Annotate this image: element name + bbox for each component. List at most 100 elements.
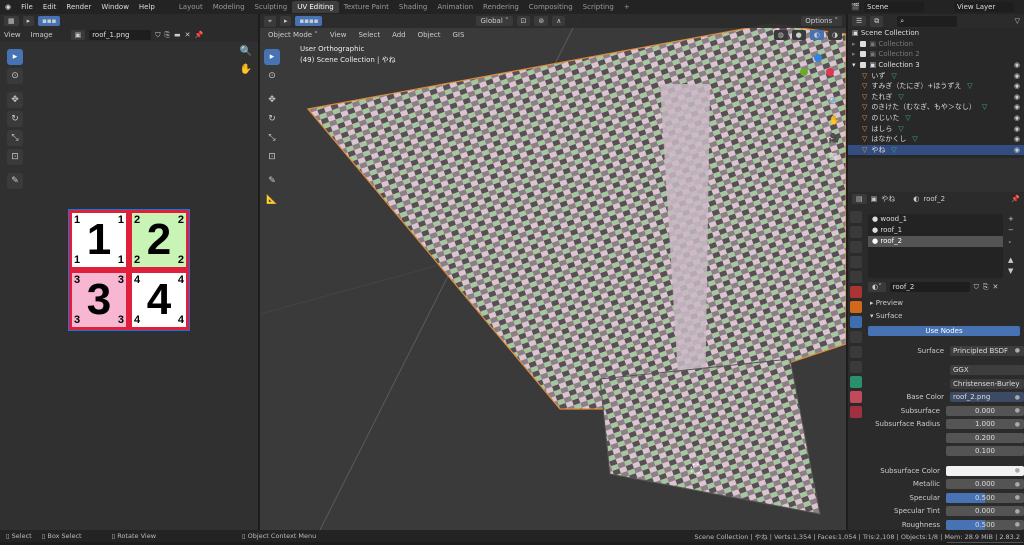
- material-slot-active[interactable]: ● roof_2: [868, 236, 1003, 247]
- tab-uv-editing[interactable]: UV Editing: [292, 1, 339, 13]
- render-tab-icon[interactable]: [850, 226, 862, 238]
- editor-type-button[interactable]: ▦: [4, 16, 19, 26]
- shading-solid-icon[interactable]: ●: [792, 30, 806, 40]
- property-value[interactable]: 0.000: [946, 406, 1024, 416]
- scene-selector[interactable]: Scene: [864, 2, 924, 12]
- pin-icon[interactable]: 📌: [195, 31, 204, 39]
- tab-rendering[interactable]: Rendering: [478, 1, 524, 13]
- context-object[interactable]: やね: [881, 194, 895, 204]
- blender-logo-icon[interactable]: ◉: [0, 3, 16, 11]
- scale-tool-icon[interactable]: ⤡: [264, 130, 280, 146]
- outliner-search-input[interactable]: ⌕: [897, 16, 957, 27]
- pan-hand-icon[interactable]: ✋: [829, 112, 840, 130]
- property-value[interactable]: Christensen-Burley: [950, 379, 1024, 389]
- select-tool-button[interactable]: ▸: [280, 16, 292, 26]
- property-value[interactable]: [946, 466, 1024, 476]
- tab-layout[interactable]: Layout: [174, 1, 208, 13]
- property-value[interactable]: 0.000: [946, 506, 1024, 516]
- tab-compositing[interactable]: Compositing: [524, 1, 578, 13]
- open-image-icon[interactable]: ▬: [174, 31, 181, 39]
- add-workspace-button[interactable]: +: [619, 1, 635, 13]
- property-value[interactable]: 0.200: [946, 433, 1024, 443]
- property-value[interactable]: 0.100: [946, 446, 1024, 456]
- particles-tab-icon[interactable]: [850, 331, 862, 343]
- property-value[interactable]: 0.000: [946, 479, 1024, 489]
- move-down-button[interactable]: ▼: [1008, 266, 1014, 277]
- rotate-tool-icon[interactable]: ↻: [264, 111, 280, 127]
- annotate-tool-icon[interactable]: ✎: [7, 173, 23, 189]
- socket-icon[interactable]: ●: [1015, 467, 1020, 474]
- socket-icon[interactable]: ●: [1015, 494, 1020, 501]
- outliner-object[interactable]: ▽たれぎ▽◉: [848, 92, 1024, 103]
- zoom-icon[interactable]: 🔍: [240, 46, 252, 57]
- move-tool-icon[interactable]: ✥: [264, 92, 280, 108]
- transform-tool-icon[interactable]: ⊡: [7, 149, 23, 165]
- remove-slot-button[interactable]: −: [1008, 225, 1014, 236]
- constraints-tab-icon[interactable]: [850, 361, 862, 373]
- menu-view[interactable]: View: [4, 31, 21, 39]
- filter-icon[interactable]: ▽: [1015, 17, 1020, 25]
- view-layer-selector[interactable]: View Layer: [954, 2, 1014, 12]
- output-tab-icon[interactable]: [850, 241, 862, 253]
- select-tool-icon[interactable]: ▸: [7, 49, 23, 65]
- cursor-tool-icon[interactable]: ⊙: [7, 68, 23, 84]
- slot-specials-button[interactable]: ˅: [1008, 240, 1014, 251]
- property-value[interactable]: Principled BSDF: [950, 346, 1024, 356]
- menu-object[interactable]: Object: [414, 30, 445, 40]
- shading-wireframe-icon[interactable]: ◍: [774, 30, 788, 40]
- move-tool-icon[interactable]: ✥: [7, 92, 23, 108]
- cursor-tool-icon[interactable]: ⊙: [264, 68, 280, 84]
- socket-icon[interactable]: ●: [1015, 508, 1020, 515]
- rotate-tool-icon[interactable]: ↻: [7, 111, 23, 127]
- tab-sculpting[interactable]: Sculpting: [250, 1, 293, 13]
- use-nodes-button[interactable]: Use Nodes: [868, 326, 1020, 336]
- data-tab-icon[interactable]: [850, 376, 862, 388]
- menu-render[interactable]: Render: [61, 3, 96, 11]
- modifier-tab-icon[interactable]: [850, 316, 862, 328]
- property-value[interactable]: 0.500: [946, 493, 1024, 503]
- select-tool-button[interactable]: ▸: [23, 16, 35, 26]
- options-dropdown[interactable]: Options ˅: [801, 16, 842, 26]
- proportional-edit-icon[interactable]: ∧: [552, 16, 565, 26]
- editor-type-button[interactable]: ⌖: [264, 16, 276, 27]
- image-browse-icon[interactable]: ▣: [71, 30, 86, 40]
- world-tab-icon[interactable]: [850, 286, 862, 298]
- fake-user-icon[interactable]: ⛉: [155, 31, 160, 40]
- uv-image-editor[interactable]: ▦ ▸ ▪▪▪ View Image ▣ roof_1.png ⛉ ⎘ ▬ ✕ …: [0, 14, 258, 530]
- texture-tab-icon[interactable]: [850, 406, 862, 418]
- navigation-gizmo[interactable]: [800, 54, 836, 90]
- outliner-scene-collection[interactable]: ▣ Scene Collection: [848, 28, 1024, 39]
- menu-select[interactable]: Select: [354, 30, 384, 40]
- grid-icon[interactable]: ▦: [829, 148, 840, 166]
- material-slot[interactable]: ● roof_1: [868, 225, 1003, 236]
- property-value[interactable]: 0.500: [946, 520, 1024, 530]
- fake-user-icon[interactable]: ⛉: [974, 283, 979, 292]
- material-slot-list[interactable]: ● wood_1 ● roof_1 ● roof_2: [868, 214, 1003, 278]
- menu-add[interactable]: Add: [388, 30, 410, 40]
- transform-tool-icon[interactable]: ⊡: [264, 149, 280, 165]
- tool-tab-icon[interactable]: [850, 211, 862, 223]
- property-value[interactable]: roof_2.png: [950, 392, 1024, 402]
- tab-scripting[interactable]: Scripting: [578, 1, 619, 13]
- outliner-object[interactable]: ▽すみぎ（たにぎ）+ほうずえ▽◉: [848, 81, 1024, 92]
- snap-icon[interactable]: ⊚: [534, 16, 548, 26]
- view-layer-tab-icon[interactable]: [850, 256, 862, 268]
- pivot-icon[interactable]: ⊡: [517, 16, 531, 26]
- image-name-field[interactable]: roof_1.png: [89, 30, 151, 40]
- socket-icon[interactable]: ●: [1015, 394, 1020, 401]
- context-material[interactable]: roof_2: [923, 195, 945, 203]
- add-slot-button[interactable]: +: [1008, 214, 1014, 225]
- material-browse-icon[interactable]: ◐˅: [868, 282, 886, 292]
- measure-tool-icon[interactable]: 📐: [264, 192, 280, 208]
- material-tab-icon[interactable]: [850, 391, 862, 403]
- select-mode-button[interactable]: ▪▪▪▪: [295, 16, 322, 26]
- annotate-tool-icon[interactable]: ✎: [264, 173, 280, 189]
- duplicate-icon[interactable]: ⎘: [983, 283, 989, 292]
- socket-icon[interactable]: ●: [1015, 481, 1020, 488]
- menu-file[interactable]: File: [16, 3, 38, 11]
- shading-rendered-icon[interactable]: ◑: [828, 30, 842, 40]
- property-value[interactable]: 1.000: [946, 419, 1024, 429]
- menu-view[interactable]: View: [326, 30, 351, 40]
- 3d-viewport[interactable]: ⌖ ▸ ▪▪▪▪ Global ˅ ⊡ ⊚ ∧ Options ˅ Object…: [260, 14, 846, 530]
- editor-type-button[interactable]: ▤: [852, 194, 867, 204]
